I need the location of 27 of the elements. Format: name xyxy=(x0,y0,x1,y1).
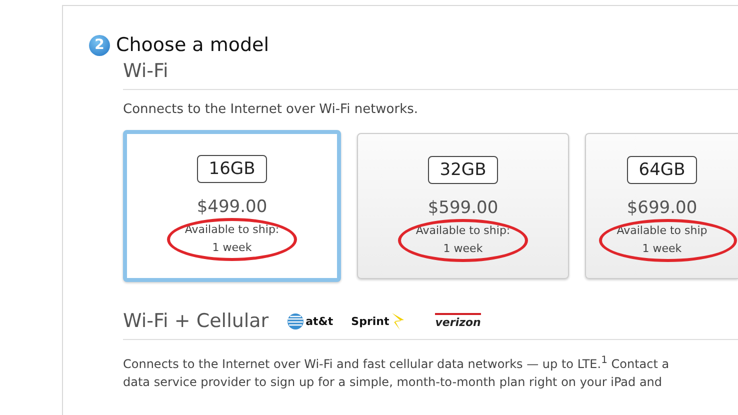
shipping-label: Available to ship: xyxy=(416,223,510,239)
capacity-label: 32GB xyxy=(428,156,498,184)
shipping-time: 1 week xyxy=(642,241,682,257)
shipping-label: Available to ship xyxy=(616,223,708,239)
description-line: Connects to the Internet over Wi-Fi and fast cellular data networks — up to LTE.$^{1}$ Contact a xyxy=(123,354,670,373)
model-card[interactable]: 16GB $499.00 Available to ship: 1 week xyxy=(123,130,341,282)
carrier-name: Sprint xyxy=(351,314,390,328)
price-text: $699.00 xyxy=(626,198,698,218)
capacity-label: 64GB xyxy=(626,156,698,184)
step-title: Choose a model xyxy=(116,34,270,56)
model-card[interactable]: 32GB $599.00 Available to ship: 1 week xyxy=(357,133,569,279)
capacity-label: 16GB xyxy=(196,155,268,183)
section-description: Connects to the Internet over Wi-Fi networks. xyxy=(123,102,420,117)
shipping-time: 1 week xyxy=(443,241,483,257)
globe-icon xyxy=(286,312,304,330)
price-text: $599.00 xyxy=(428,198,498,218)
carrier-name: verizon xyxy=(435,313,481,329)
model-card[interactable]: 64GB $699.00 Available to ship 1 week xyxy=(585,133,738,279)
section-heading: Wi-Fi + Cellular xyxy=(123,310,269,332)
step-number-badge: 2 xyxy=(89,34,110,56)
carrier-name: at&t xyxy=(306,314,334,328)
shipping-time: 1 week xyxy=(212,240,252,256)
section-heading: Wi-Fi xyxy=(123,60,170,82)
shipping-label: Available to ship: xyxy=(184,222,280,238)
bolt-icon xyxy=(391,311,406,331)
description-line: data service provider to sign up for a simple, month-to-month plan right on your iPad and xyxy=(123,374,662,391)
price-text: $499.00 xyxy=(196,197,268,217)
